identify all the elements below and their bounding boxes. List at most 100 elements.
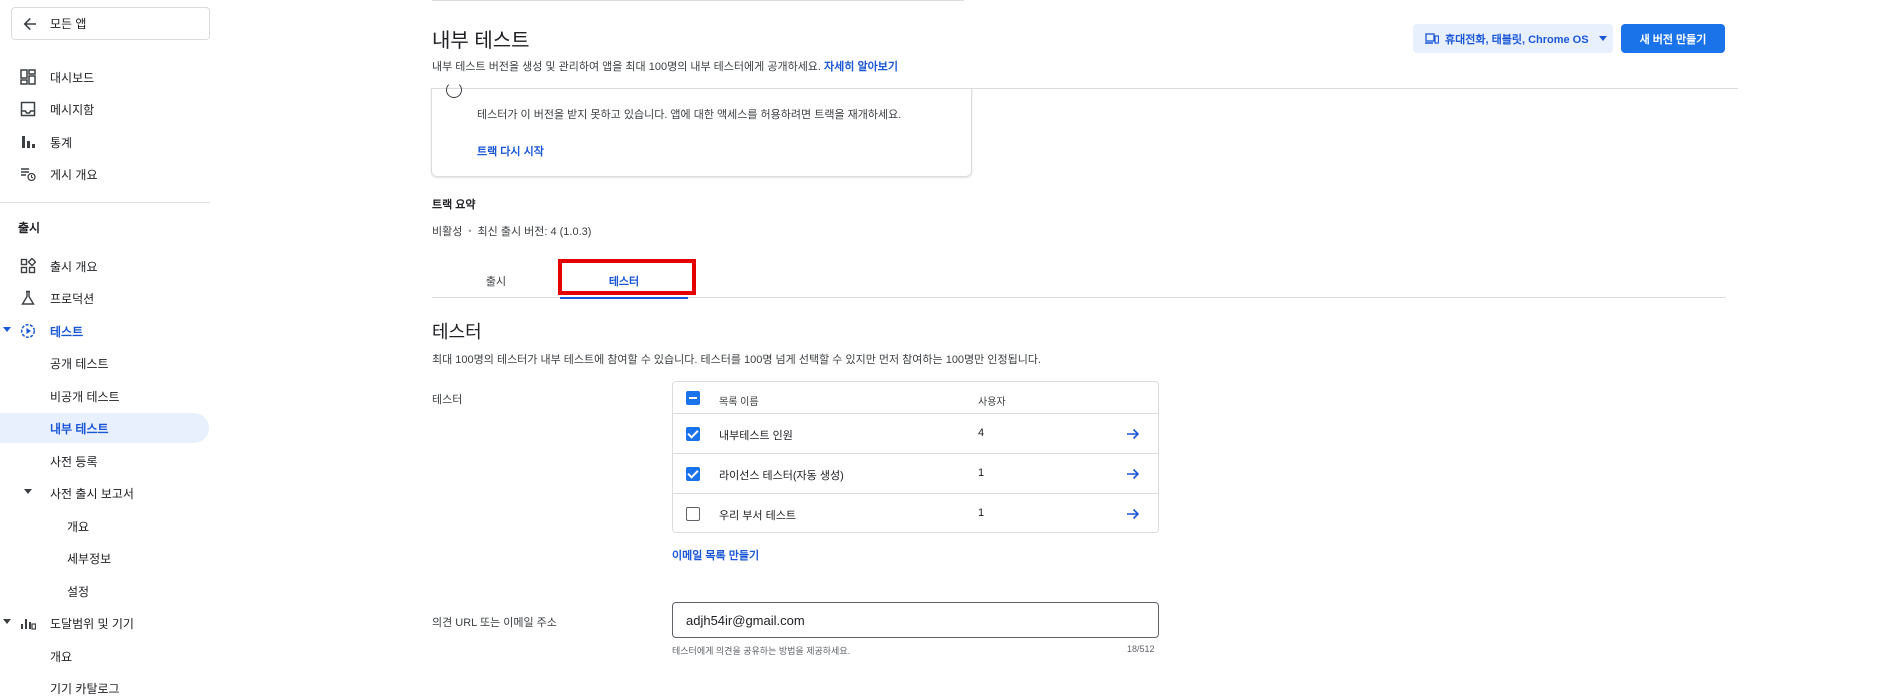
sidebar-divider: [0, 202, 210, 203]
sidebar-item-label: 테스트: [50, 324, 84, 339]
publish-history-icon: [21, 168, 36, 182]
list-checkbox[interactable]: [686, 507, 700, 521]
sidebar-item-label: 내부 테스트: [50, 421, 109, 436]
list-name: 우리 부서 테스트: [719, 510, 796, 522]
list-user-count: 1: [978, 467, 985, 479]
sidebar-item-dashboard[interactable]: 대시보드: [0, 62, 210, 92]
info-icon: [446, 82, 462, 98]
testers-field-label: 테스터: [432, 394, 463, 406]
sidebar-item-reach-devices[interactable]: 도달범위 및 기기: [0, 608, 210, 638]
track-summary-title: 트랙 요약: [432, 199, 476, 211]
chevron-down-icon[interactable]: [24, 489, 32, 494]
sidebar-item-label: 개요: [50, 649, 73, 664]
sidebar-section-release: 출시: [18, 221, 41, 235]
testers-tab-highlight: [558, 259, 696, 295]
sidebar-item-label: 개요: [67, 519, 90, 534]
inbox-icon: [20, 101, 36, 117]
devices-icon: [1425, 32, 1439, 44]
sidebar-item-production[interactable]: 프로덕션: [0, 283, 210, 313]
arrow-back-icon: [23, 17, 36, 30]
arrow-forward-icon[interactable]: [1126, 467, 1140, 481]
testers-section-title: 테스터: [432, 322, 482, 342]
production-icon: [21, 290, 35, 305]
sidebar-item-release-overview[interactable]: 출시 개요: [0, 251, 210, 281]
chevron-down-icon[interactable]: [3, 327, 11, 332]
device-selector-label: 휴대전화, 태블릿, Chrome OS: [1445, 33, 1589, 46]
sidebar-item-label: 출시 개요: [50, 259, 98, 274]
all-apps-label: 모든 앱: [50, 17, 87, 31]
sidebar-item-prelaunch-report[interactable]: 사전 출시 보고서: [0, 478, 210, 508]
sidebar-item-internal-testing[interactable]: 내부 테스트: [0, 413, 209, 443]
notice-text: 테스터가 이 버전을 받지 못하고 있습니다. 앱에 대한 액세스를 허용하려면…: [477, 109, 902, 121]
sidebar-item-inbox[interactable]: 메시지함: [0, 94, 210, 124]
sidebar-item-label: 설정: [67, 584, 90, 599]
sidebar-item-statistics[interactable]: 통계: [0, 127, 210, 157]
track-status: 비활성: [432, 226, 463, 238]
list-name: 내부테스트 인원: [719, 430, 793, 442]
separator-dot: •: [468, 226, 472, 236]
sidebar-item-prelaunch-settings[interactable]: 설정: [0, 576, 210, 606]
page-description: 내부 테스트 버전을 생성 및 관리하여 앱을 최대 100명의 내부 테스터에…: [432, 58, 898, 74]
arrow-forward-icon[interactable]: [1126, 427, 1140, 441]
sidebar-item-prelaunch-overview[interactable]: 개요: [0, 511, 210, 541]
list-checkbox[interactable]: [686, 467, 700, 481]
latest-release-version: 최신 출시 버전: 4 (1.0.3): [477, 226, 592, 238]
sidebar-item-reach-overview[interactable]: 개요: [0, 641, 210, 671]
page-title: 내부 테스트: [432, 30, 530, 52]
sidebar-item-pre-registration[interactable]: 사전 등록: [0, 446, 210, 476]
sidebar-item-label: 공개 테스트: [50, 356, 109, 371]
restart-track-link[interactable]: 트랙 다시 시작: [477, 143, 544, 159]
sidebar-item-label: 비공개 테스트: [50, 389, 120, 404]
list-user-count: 1: [978, 507, 985, 519]
sidebar-item-label: 세부정보: [67, 551, 112, 566]
all-apps-button[interactable]: 모든 앱: [11, 7, 210, 40]
table-row: 라이선스 테스터(자동 생성) 1: [673, 454, 1158, 494]
arrow-forward-icon[interactable]: [1126, 507, 1140, 521]
create-email-list-link[interactable]: 이메일 목록 만들기: [672, 547, 759, 563]
sidebar-item-label: 기기 카탈로그: [50, 681, 120, 696]
reach-chart-icon: [21, 619, 36, 630]
sidebar-item-prelaunch-details[interactable]: 세부정보: [0, 543, 210, 573]
sidebar-item-open-testing[interactable]: 공개 테스트: [0, 348, 210, 378]
column-header-list-name: 목록 이름: [719, 397, 759, 408]
bar-chart-icon: [22, 136, 35, 148]
table-row: 내부테스트 인원 4: [673, 414, 1158, 454]
sidebar: 모든 앱 대시보드 메시지함 통계 게시 개요 출시 출시 개요 프로덕션 테스…: [0, 0, 210, 699]
sidebar-item-label: 프로덕션: [50, 291, 95, 306]
track-summary: 비활성 • 최신 출시 버전: 4 (1.0.3): [432, 223, 591, 239]
chevron-down-icon[interactable]: [3, 619, 11, 624]
sidebar-item-label: 대시보드: [50, 70, 95, 85]
feedback-helper-text: 테스터에게 의견을 공유하는 방법을 제공하세요.: [672, 646, 851, 656]
sidebar-item-device-catalog[interactable]: 기기 카탈로그: [0, 673, 210, 699]
page-description-text: 내부 테스트 버전을 생성 및 관리하여 앱을 최대 100명의 내부 테스터에…: [432, 61, 821, 73]
testers-section-description: 최대 100명의 테스터가 내부 테스트에 참여할 수 있습니다. 테스터를 1…: [432, 354, 1042, 366]
select-all-checkbox[interactable]: [686, 391, 700, 405]
list-user-count: 4: [978, 427, 985, 439]
learn-more-link[interactable]: 자세히 알아보기: [824, 61, 898, 73]
release-overview-icon: [20, 258, 36, 274]
table-header-row: 목록 이름 사용자: [673, 382, 1158, 414]
sidebar-item-publishing-overview[interactable]: 게시 개요: [0, 159, 210, 189]
new-release-button[interactable]: 새 버전 만들기: [1621, 24, 1725, 53]
column-header-users: 사용자: [978, 397, 1006, 408]
device-selector-button[interactable]: 휴대전화, 태블릿, Chrome OS: [1413, 24, 1613, 53]
feedback-url-input[interactable]: [672, 602, 1159, 638]
feedback-char-counter: 18/512: [1127, 644, 1155, 654]
sidebar-item-label: 통계: [50, 135, 73, 150]
tab-releases[interactable]: 출시: [432, 263, 560, 298]
sidebar-item-testing[interactable]: 테스트: [0, 316, 210, 346]
list-name: 라이선스 테스터(자동 생성): [719, 470, 844, 482]
dropdown-arrow-icon: [1598, 36, 1607, 41]
sidebar-item-closed-testing[interactable]: 비공개 테스트: [0, 381, 210, 411]
sidebar-item-label: 사전 출시 보고서: [50, 486, 134, 501]
sidebar-item-label: 메시지함: [50, 102, 95, 117]
sidebar-item-label: 게시 개요: [50, 167, 98, 182]
feedback-field-label: 의견 URL 또는 이메일 주소: [432, 617, 557, 629]
sidebar-item-label: 사전 등록: [50, 454, 98, 469]
sidebar-item-label: 도달범위 및 기기: [50, 616, 134, 631]
dashboard-icon: [20, 69, 36, 85]
list-checkbox[interactable]: [686, 427, 700, 441]
testing-icon: [20, 323, 36, 339]
top-divider: [432, 0, 964, 1]
paused-track-notice: 테스터가 이 버전을 받지 못하고 있습니다. 앱에 대한 액세스를 허용하려면…: [431, 82, 972, 177]
